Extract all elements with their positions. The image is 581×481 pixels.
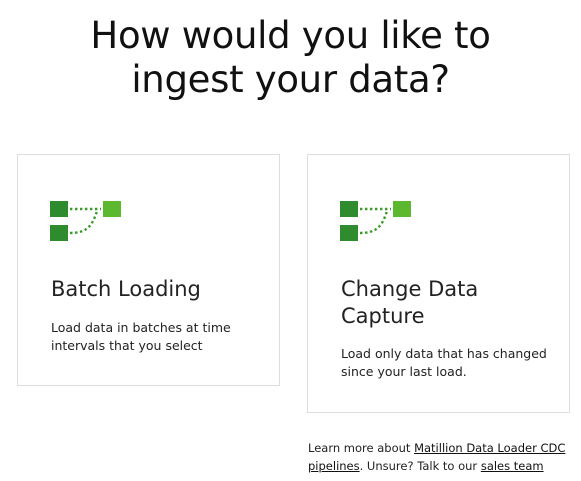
change-data-capture-title: Change Data Capture — [341, 277, 479, 328]
help-text-middle: . Unsure? Talk to our — [359, 459, 481, 473]
batch-loading-card[interactable]: Batch Loading Load data in batches at ti… — [17, 154, 280, 386]
page-title-line-2: ingest your data? — [131, 58, 450, 101]
pipeline-icon — [50, 201, 121, 241]
sales-team-link[interactable]: sales team — [481, 459, 544, 473]
help-text: Learn more about Matillion Data Loader C… — [308, 439, 573, 475]
change-data-capture-card[interactable]: Change Data Capture Load only data that … — [307, 154, 570, 413]
batch-loading-description: Load data in batches at time intervals t… — [51, 320, 231, 353]
change-data-capture-description: Load only data that has changed since yo… — [341, 346, 547, 379]
help-text-prefix: Learn more about — [308, 441, 415, 455]
page-title: How would you like to ingest your data? — [0, 14, 581, 102]
batch-loading-title: Batch Loading — [51, 277, 201, 301]
page-title-line-1: How would you like to — [90, 14, 491, 57]
pipeline-icon — [340, 201, 411, 241]
